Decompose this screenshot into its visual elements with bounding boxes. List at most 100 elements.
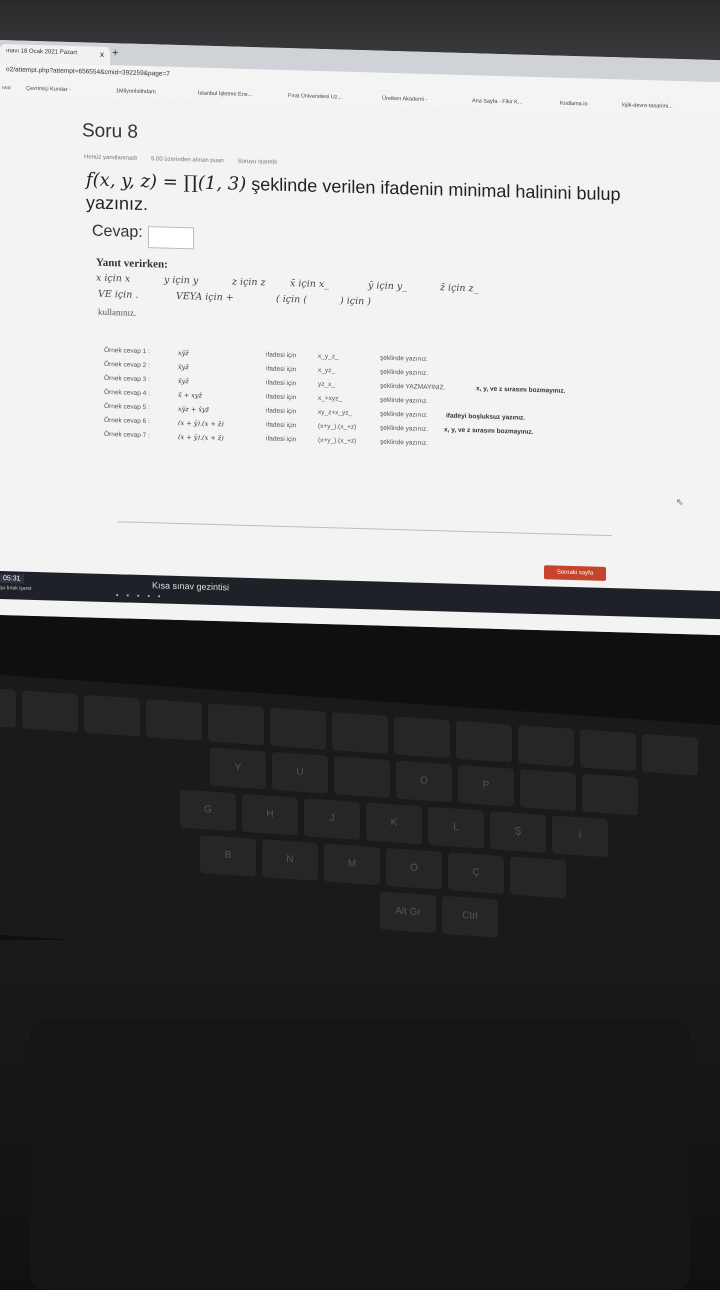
keyboard-key: Ctrl bbox=[442, 895, 498, 938]
example-label: Örnek cevap 2 : bbox=[104, 360, 150, 370]
bookmark-item[interactable]: İstanbul İşletme Ens... bbox=[198, 91, 252, 99]
example-for-text: ifadesi için bbox=[266, 393, 297, 402]
laptop-touchpad bbox=[30, 1020, 690, 1290]
bookmark-item[interactable]: Kodlama.io bbox=[560, 101, 588, 108]
next-page-button[interactable]: Sonraki sayfa bbox=[544, 565, 606, 581]
example-label: Örnek cevap 3 : bbox=[104, 374, 150, 384]
example-expression: x̄ + xyz̄ bbox=[178, 390, 203, 400]
example-answer: x_y_z_ bbox=[318, 352, 339, 361]
keyboard-key: J bbox=[304, 798, 360, 840]
answer-label: Cevap: bbox=[92, 222, 143, 241]
keyboard-key: B bbox=[200, 834, 256, 877]
keyboard-key bbox=[84, 694, 140, 737]
tab-close-icon[interactable]: x bbox=[100, 50, 104, 59]
bookmark-item[interactable]: 1Milyonİstihdam bbox=[116, 88, 156, 95]
keyboard-key bbox=[582, 773, 638, 816]
mouse-cursor-icon: ⇖ bbox=[676, 496, 684, 508]
example-note: şeklinde yazınız. bbox=[380, 396, 429, 405]
keyboard-key: Ö bbox=[386, 847, 442, 890]
browser-tab[interactable]: ınavı 18 Ocak 2021 Pazart x bbox=[0, 44, 110, 66]
example-for-text: ifadesi için bbox=[266, 351, 297, 360]
example-for-text: ifadesi için bbox=[266, 365, 297, 374]
taskbar-clock: 05:31 bbox=[0, 574, 24, 584]
keyboard-key bbox=[332, 712, 388, 754]
example-label: Örnek cevap 1 : bbox=[104, 346, 150, 356]
example-note: şeklinde YAZMAYINIZ. bbox=[380, 382, 446, 392]
example-expression: (x + ȳ).(x + z̄) bbox=[178, 432, 224, 443]
example-expression: x̄yz̄ bbox=[178, 376, 189, 386]
taskbar-app-icons[interactable]: ▪▪▪▪▪ bbox=[116, 592, 168, 600]
divider bbox=[118, 521, 612, 537]
example-for-text: ifadesi için bbox=[266, 435, 297, 444]
rule-item: VEYA için + bbox=[176, 290, 234, 304]
keyboard-key: N bbox=[262, 839, 318, 882]
taskbar-subtext: şu bırak işaret bbox=[0, 585, 32, 592]
keyboard-key: U bbox=[272, 751, 328, 794]
keyboard-key bbox=[208, 703, 264, 746]
keyboard-key bbox=[456, 720, 512, 763]
keyboard-key bbox=[510, 856, 566, 899]
keyboard-key: L bbox=[428, 806, 484, 849]
question-text: f(x, y, z) = ∏(1, 3) şeklinde verilen if… bbox=[86, 168, 646, 229]
new-tab-button[interactable]: + bbox=[112, 47, 118, 59]
rule-item: x için x bbox=[96, 272, 131, 285]
example-answer: x_yz_ bbox=[318, 366, 335, 375]
example-answer: (x+y_).(x_+z) bbox=[318, 436, 357, 445]
example-warning: x, y, ve z sırasını bozmayınız. bbox=[444, 426, 534, 436]
keyboard-key bbox=[146, 699, 202, 741]
example-label: Örnek cevap 4 : bbox=[104, 388, 150, 398]
example-answer: x_+xyz_ bbox=[318, 394, 343, 403]
bookmark-item[interactable]: ıvıır bbox=[2, 85, 11, 91]
bookmark-item[interactable]: Fırat Üniversitesi Uz... bbox=[288, 93, 342, 101]
keyboard-key: Alt Gr bbox=[380, 891, 436, 934]
example-expression: (x + ȳ).(x + z̄) bbox=[178, 418, 224, 429]
rule-item: ȳ için y_ bbox=[368, 280, 408, 293]
bookmark-item[interactable]: Üretken Akademi - bbox=[382, 96, 427, 103]
keyboard-key: Y bbox=[210, 747, 266, 790]
keyboard-key bbox=[0, 686, 16, 728]
example-label: Örnek cevap 5 : bbox=[104, 402, 150, 412]
tab-title: ınavı 18 Ocak 2021 Pazart bbox=[6, 48, 78, 57]
keyboard-key: Ş bbox=[490, 811, 546, 854]
bookmark-item[interactable]: Ana Sayfa - Fikir K... bbox=[472, 98, 522, 105]
rule-item: ) için ) bbox=[340, 295, 371, 308]
rule-item: z̄ için z_ bbox=[440, 282, 479, 295]
keyboard-key: K bbox=[366, 802, 422, 845]
keyboard-key: İ bbox=[552, 815, 608, 858]
keyboard-key bbox=[22, 690, 78, 733]
quiz-navigation-link[interactable]: Kısa sınav gezintisi bbox=[152, 580, 229, 592]
bookmark-item[interactable]: Çevrimiçi Kurslar - bbox=[26, 86, 71, 93]
quiz-page: Soru 8 Henüz yanıtlanmadı 5,00 üzerinden… bbox=[0, 98, 720, 636]
example-for-text: ifadesi için bbox=[266, 407, 297, 416]
keyboard-key: O bbox=[396, 760, 452, 803]
keyboard-key bbox=[334, 756, 390, 799]
keyboard-key bbox=[270, 707, 326, 750]
example-answer: (x+y_).(x_+z) bbox=[318, 422, 357, 431]
address-text: o2/attempt.php?attempt=656554&cmid=39225… bbox=[6, 66, 170, 78]
example-for-text: ifadesi için bbox=[266, 379, 297, 388]
question-formula: f(x, y, z) = ∏(1, 3) bbox=[86, 169, 247, 195]
bookmark-item[interactable]: lojik-devre-tasarimi... bbox=[622, 102, 673, 109]
keyboard-key bbox=[518, 725, 574, 767]
example-answer: xy_z+x_yz_ bbox=[318, 408, 353, 417]
keyboard-row: Alt Gr Ctrl bbox=[380, 891, 498, 938]
keyboard-key: P bbox=[458, 764, 514, 807]
example-for-text: ifadesi için bbox=[266, 421, 297, 430]
example-note: şeklinde yazınız. bbox=[380, 424, 429, 433]
keyboard-key bbox=[642, 733, 698, 776]
example-note: şeklinde yazınız. bbox=[380, 410, 429, 419]
example-expression: xȳz̄ bbox=[178, 348, 189, 358]
rule-item: ( için ( bbox=[276, 293, 307, 306]
example-answer: yz_x_ bbox=[318, 380, 335, 389]
example-note: şeklinde yazınız. bbox=[380, 368, 429, 377]
keyboard-key bbox=[394, 716, 450, 759]
example-note: şeklinde yazınız. bbox=[380, 438, 429, 447]
answer-input[interactable] bbox=[148, 226, 194, 250]
example-expression: x̄yz̄ bbox=[178, 362, 189, 372]
keyboard-key bbox=[580, 729, 636, 772]
instructions-title: Yanıt verirken: bbox=[96, 256, 168, 271]
rule-item: z için z bbox=[232, 276, 266, 289]
rule-item: y için y bbox=[164, 274, 199, 287]
flag-question-link[interactable]: Soruyu işaretle bbox=[237, 159, 277, 166]
example-label: Örnek cevap 6 : bbox=[104, 416, 150, 426]
